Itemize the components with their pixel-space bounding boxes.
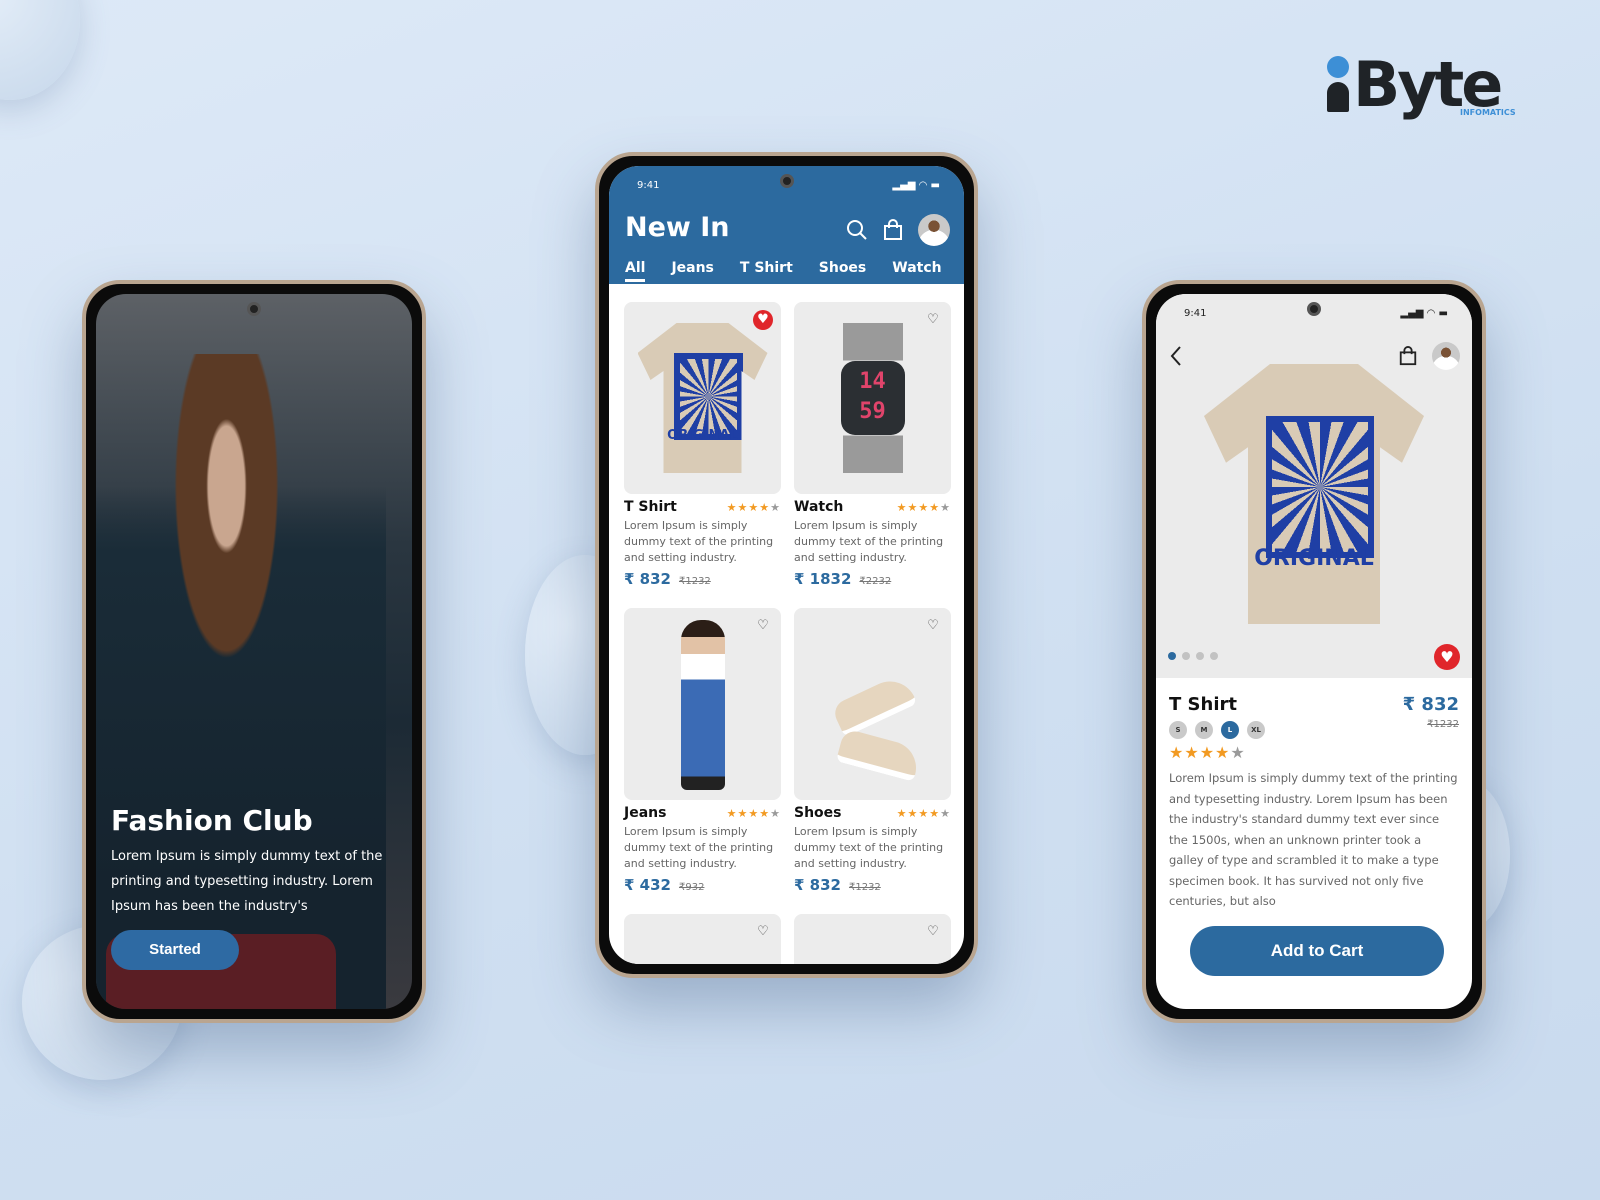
size-xl[interactable]: XL bbox=[1247, 721, 1265, 739]
heart-outline-icon[interactable]: ♡ bbox=[753, 922, 773, 942]
tab-watch[interactable]: Watch bbox=[892, 260, 941, 282]
size-l[interactable]: L bbox=[1221, 721, 1239, 739]
gallery-pagination[interactable] bbox=[1168, 652, 1218, 660]
onboarding-description: Lorem Ipsum is simply dummy text of the … bbox=[111, 849, 383, 914]
product-card-partial[interactable]: ♡ bbox=[624, 914, 781, 964]
rating-stars: ★★★★★ bbox=[896, 500, 951, 514]
product-image: ORIGINAL ♥ bbox=[624, 302, 781, 494]
rating-stars: ★★★★★ bbox=[896, 806, 951, 820]
search-icon[interactable] bbox=[846, 219, 868, 241]
rating-stars: ★★★★★ bbox=[726, 500, 781, 514]
rating-stars: ★★★★★ bbox=[1169, 743, 1246, 762]
product-image: ♡ bbox=[794, 608, 951, 800]
onboarding-phone: Fashion Club Lorem Ipsum is simply dummy… bbox=[82, 280, 426, 1023]
signal-wifi-battery-icon: ▂▄▆ ◠ ▬ bbox=[892, 180, 940, 191]
add-to-cart-button[interactable]: Add to Cart bbox=[1190, 926, 1444, 976]
get-started-button[interactable]: Started bbox=[111, 930, 239, 970]
product-card-partial[interactable]: ♡ bbox=[794, 914, 951, 964]
brand-logo: Byte INFOMATICS bbox=[1325, 48, 1516, 121]
camera bbox=[1307, 302, 1321, 316]
product-image: 14 59 ♡ bbox=[794, 302, 951, 494]
product-description: Lorem Ipsum is simply dummy text of the … bbox=[1169, 771, 1458, 908]
bag-icon[interactable] bbox=[1398, 346, 1418, 366]
size-m[interactable]: M bbox=[1195, 721, 1213, 739]
avatar[interactable] bbox=[918, 214, 950, 246]
size-s[interactable]: S bbox=[1169, 721, 1187, 739]
product-image: ♡ bbox=[624, 608, 781, 800]
product-card-watch[interactable]: 14 59 ♡ Watch ★★★★★ Lorem Ipsum is simply … bbox=[794, 302, 951, 588]
bag-icon[interactable] bbox=[882, 219, 904, 241]
heart-icon[interactable]: ♥ bbox=[753, 310, 773, 330]
rating-stars: ★★★★★ bbox=[726, 806, 781, 820]
product-card-shoes[interactable]: ♡ Shoes ★★★★★ Lorem Ipsum is simply dummy… bbox=[794, 608, 951, 894]
listing-phone: 9:41 ▂▄▆ ◠ ▬ New In All Jeans T Shirt Sh… bbox=[595, 152, 978, 978]
camera bbox=[247, 302, 261, 316]
page-title: New In bbox=[625, 212, 730, 243]
avatar[interactable] bbox=[1432, 342, 1460, 370]
heart-outline-icon[interactable]: ♡ bbox=[923, 616, 943, 636]
back-chevron-icon[interactable] bbox=[1168, 344, 1184, 368]
decor-bubble bbox=[0, 0, 80, 100]
old-price: ₹1232 bbox=[1427, 719, 1459, 730]
tab-all[interactable]: All bbox=[625, 260, 646, 282]
camera bbox=[779, 174, 794, 188]
tab-t-shirt[interactable]: T Shirt bbox=[740, 260, 793, 282]
tab-jeans[interactable]: Jeans bbox=[671, 260, 713, 282]
category-tabs: All Jeans T Shirt Shoes Watch Be bbox=[625, 260, 964, 282]
heart-outline-icon[interactable]: ♡ bbox=[923, 922, 943, 942]
heart-outline-icon[interactable]: ♡ bbox=[923, 310, 943, 330]
tab-shoes[interactable]: Shoes bbox=[819, 260, 867, 282]
heart-outline-icon[interactable]: ♡ bbox=[753, 616, 773, 636]
product-card-tshirt[interactable]: ORIGINAL ♥ T Shirt ★★★★★ Lorem Ipsum is si… bbox=[624, 302, 781, 588]
detail-phone: ORIGINAL 9:41 ▂▄▆ ◠ ▬ ♥ T Shirt ₹ 832 ₹12… bbox=[1142, 280, 1486, 1023]
product-grid: ORIGINAL ♥ T Shirt ★★★★★ Lorem Ipsum is si… bbox=[624, 302, 954, 964]
signal-wifi-battery-icon: ▂▄▆ ◠ ▬ bbox=[1400, 308, 1448, 319]
product-price: ₹ 832 bbox=[1402, 694, 1459, 715]
product-card-jeans[interactable]: ♡ Jeans ★★★★★ Lorem Ipsum is simply dummy… bbox=[624, 608, 781, 894]
heart-icon[interactable]: ♥ bbox=[1434, 644, 1460, 670]
onboarding-title: Fashion Club bbox=[111, 804, 313, 837]
